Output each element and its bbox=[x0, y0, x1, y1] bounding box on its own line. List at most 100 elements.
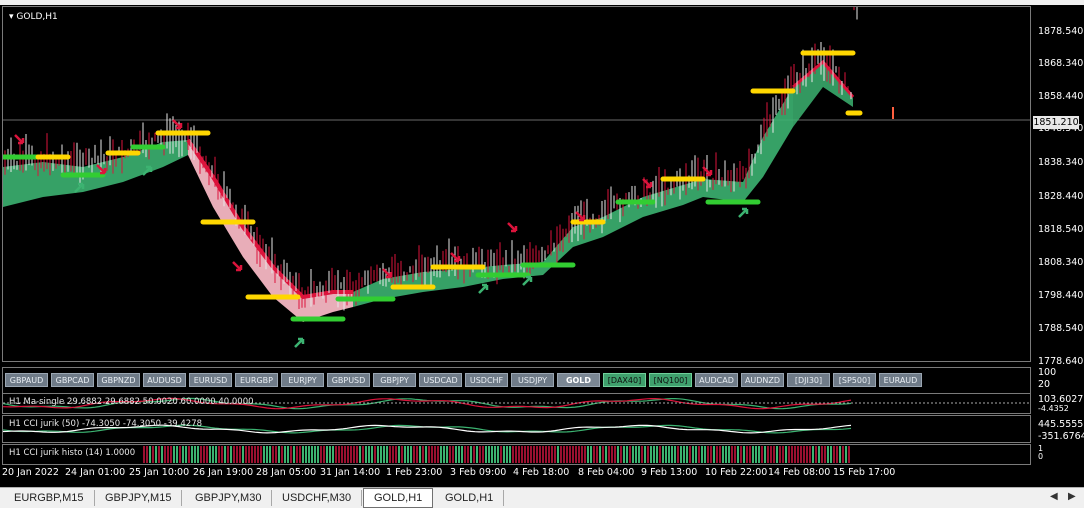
histo-bar bbox=[845, 446, 847, 463]
cci-jurik-label: H1 CCI jurik (50) -74.3050 -74.3050 -39.… bbox=[9, 419, 203, 429]
histo-bar bbox=[725, 446, 727, 463]
up-arrow-icon bbox=[478, 283, 489, 294]
histo-bar bbox=[797, 446, 799, 463]
histo-bar bbox=[695, 446, 697, 463]
symbol-button-gbpnzd[interactable]: GBPNZD bbox=[97, 373, 140, 387]
histo-bar bbox=[689, 446, 691, 463]
chart-tab[interactable]: GOLD,H1 bbox=[435, 490, 505, 506]
symbol-button-eurgbp[interactable]: EURGBP bbox=[235, 373, 278, 387]
histo-bar bbox=[452, 446, 454, 463]
chart-window: ▾ GOLD,H1 1878.5401868.3401858.4401848.5… bbox=[0, 5, 1084, 487]
tab-scroll-left-icon[interactable]: ◀ bbox=[1050, 491, 1058, 502]
histo-bar bbox=[677, 446, 679, 463]
symbol-button-usdchf[interactable]: USDCHF bbox=[465, 373, 508, 387]
histo-bar bbox=[575, 446, 577, 463]
ma-signal-panel[interactable]: H1 Ma-single 29.6882 29.6882 50.0020 60.… bbox=[2, 393, 1031, 414]
histo-bar bbox=[407, 446, 409, 463]
histo-bar bbox=[230, 446, 232, 463]
down-arrow-icon bbox=[172, 119, 183, 130]
histo-bar bbox=[158, 446, 160, 463]
symbol-button-eurjpy[interactable]: EURJPY bbox=[281, 373, 324, 387]
histo-bar bbox=[632, 446, 634, 463]
symbol-button-dji30[interactable]: [DJI30] bbox=[787, 373, 830, 387]
histo-bar bbox=[635, 446, 637, 463]
histo-bar bbox=[179, 446, 181, 463]
histo-bar bbox=[554, 446, 556, 463]
symbol-button-audusd[interactable]: AUDUSD bbox=[143, 373, 186, 387]
histo-bar bbox=[218, 446, 220, 463]
ma-value2: -4.4352 bbox=[1038, 404, 1069, 413]
time-tick-label: 1 Feb 23:00 bbox=[386, 467, 443, 478]
symbol-button-eurusd[interactable]: EURUSD bbox=[189, 373, 232, 387]
down-arrow-icon bbox=[14, 134, 25, 145]
histo-bar bbox=[848, 446, 850, 463]
main-chart-panel[interactable]: ▾ GOLD,H1 bbox=[2, 6, 1031, 362]
histo-bar bbox=[425, 446, 427, 463]
symbol-button-audnzd[interactable]: AUDNZD bbox=[741, 373, 784, 387]
histo-bar bbox=[665, 446, 667, 463]
symbol-button-gbpjpy[interactable]: GBPJPY bbox=[373, 373, 416, 387]
time-tick-label: 15 Feb 17:00 bbox=[833, 467, 896, 478]
histo-bar bbox=[143, 446, 145, 463]
symbol-button-nq100[interactable]: [NQ100] bbox=[649, 373, 692, 387]
histo-bar bbox=[314, 446, 316, 463]
symbol-button-gbpusd[interactable]: GBPUSD bbox=[327, 373, 370, 387]
histo-bar bbox=[167, 446, 169, 463]
cci-jurik-panel[interactable]: H1 CCI jurik (50) -74.3050 -74.3050 -39.… bbox=[2, 415, 1031, 443]
histo-bar bbox=[638, 446, 640, 463]
histo-bar bbox=[398, 446, 400, 463]
histo-bar bbox=[569, 446, 571, 463]
histo-bar bbox=[224, 446, 226, 463]
chart-tab[interactable]: EURGBP,M15 bbox=[4, 490, 95, 506]
cci-histo-label: H1 CCI jurik histo (14) 1.0000 bbox=[9, 448, 136, 458]
histo-bar bbox=[782, 446, 784, 463]
histo-bar bbox=[611, 446, 613, 463]
time-tick-label: 3 Feb 09:00 bbox=[450, 467, 507, 478]
histo-bar bbox=[656, 446, 658, 463]
histo-bar bbox=[239, 446, 241, 463]
histo-bar bbox=[509, 446, 511, 463]
histo-bar bbox=[734, 446, 736, 463]
histo-bar bbox=[680, 446, 682, 463]
tab-scroll-right-icon[interactable]: ▶ bbox=[1068, 491, 1076, 502]
histo-bar bbox=[779, 446, 781, 463]
price-tick-label: 1828.440 bbox=[1038, 191, 1084, 202]
symbol-button-usdcad[interactable]: USDCAD bbox=[419, 373, 462, 387]
histo-bar bbox=[740, 446, 742, 463]
symbol-button-gbpaud[interactable]: GBPAUD bbox=[5, 373, 48, 387]
histo-bar bbox=[188, 446, 190, 463]
symbol-button-gbpcad[interactable]: GBPCAD bbox=[51, 373, 94, 387]
histo-bar bbox=[713, 446, 715, 463]
up-arrow-icon bbox=[294, 337, 305, 348]
histo-value2: 0 bbox=[1038, 452, 1044, 461]
histo-bar bbox=[731, 446, 733, 463]
price-chart bbox=[3, 7, 1030, 348]
histo-bar bbox=[470, 446, 472, 463]
symbol-button-gold[interactable]: GOLD bbox=[557, 373, 600, 387]
histo-bar bbox=[152, 446, 154, 463]
histo-bar bbox=[596, 446, 598, 463]
chart-tab[interactable]: GBPJPY,M15 bbox=[95, 490, 183, 506]
chart-tab[interactable]: GOLD,H1 bbox=[363, 488, 434, 508]
symbol-button-euraud[interactable]: EURAUD bbox=[879, 373, 922, 387]
histo-bar bbox=[608, 446, 610, 463]
histo-bar bbox=[458, 446, 460, 463]
histo-bar bbox=[560, 446, 562, 463]
chart-tab[interactable]: USDCHF,M30 bbox=[272, 490, 363, 506]
symbol-button-usdjpy[interactable]: USDJPY bbox=[511, 373, 554, 387]
chart-tab[interactable]: GBPJPY,M30 bbox=[185, 490, 273, 506]
histo-bar bbox=[707, 446, 709, 463]
time-tick-label: 26 Jan 19:00 bbox=[193, 467, 254, 478]
symbol-button-dax40[interactable]: [DAX40] bbox=[603, 373, 646, 387]
histo-bar bbox=[242, 446, 244, 463]
histo-bar bbox=[692, 446, 694, 463]
histo-bar bbox=[524, 446, 526, 463]
histo-bar bbox=[719, 446, 721, 463]
cci-histo-panel[interactable]: H1 CCI jurik histo (14) 1.0000 bbox=[2, 444, 1031, 465]
histo-bar bbox=[500, 446, 502, 463]
down-arrow-icon bbox=[507, 222, 518, 233]
symbol-button-audcad[interactable]: AUDCAD bbox=[695, 373, 738, 387]
symbol-button-sp500[interactable]: [SP500] bbox=[833, 373, 876, 387]
histo-bar bbox=[827, 446, 829, 463]
histo-bar bbox=[578, 446, 580, 463]
